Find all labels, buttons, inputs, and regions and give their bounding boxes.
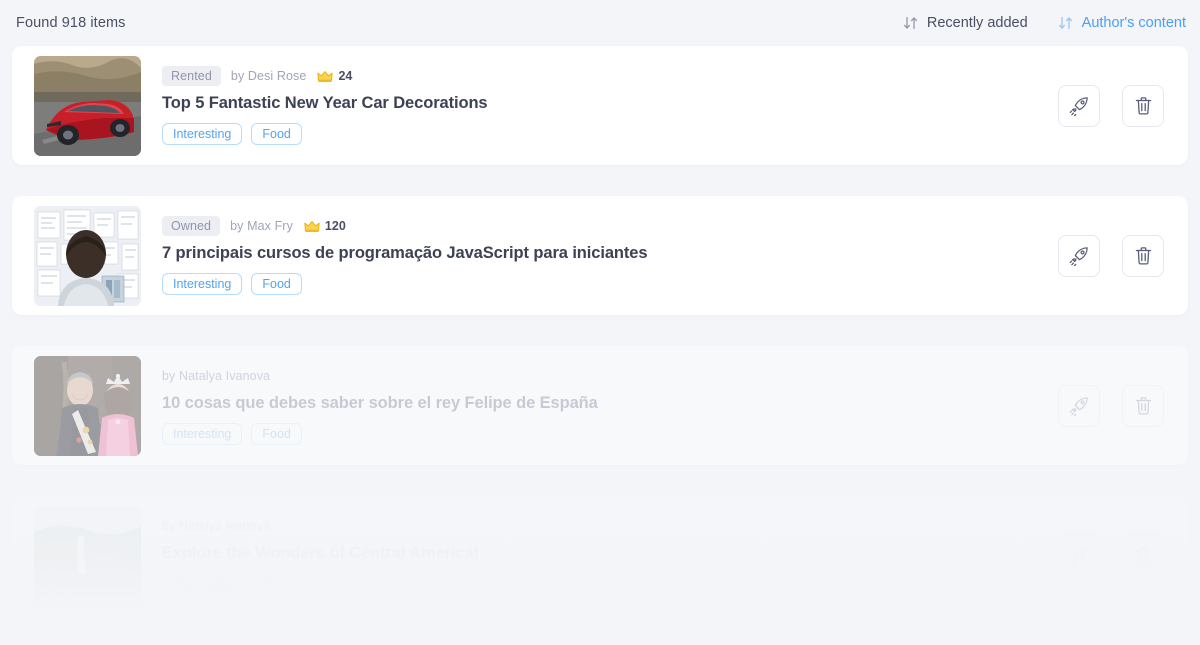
card-meta-row: by Natalya Ivanova: [162, 366, 1042, 386]
card-title[interactable]: Explore the Wonders of Central America!: [162, 544, 1042, 563]
content-card[interactable]: Owned by Max Fry 120 7 principais cursos…: [12, 196, 1188, 315]
sort-authors-content-button[interactable]: Author's content: [1058, 13, 1186, 33]
rocket-icon: [1069, 247, 1088, 266]
crown-rating: 24: [317, 69, 352, 83]
rocket-icon: [1069, 397, 1088, 416]
card-thumbnail: [34, 205, 141, 306]
crown-icon: [317, 70, 334, 82]
rocket-icon: [1069, 97, 1088, 116]
card-body: Owned by Max Fry 120 7 principais cursos…: [141, 216, 1058, 295]
tag-chip[interactable]: Interesting: [162, 273, 243, 295]
person-facing-whiteboard-wall-image: [34, 205, 141, 306]
content-list-page: Found 918 items Recently added Author's …: [0, 0, 1200, 645]
promote-button[interactable]: [1058, 384, 1100, 427]
content-card-list: Rented by Desi Rose 24 Top 5 Fantastic N…: [0, 46, 1200, 615]
card-body: by Natalya Ivanova Explore the Wonders o…: [141, 516, 1058, 595]
tag-chip[interactable]: Interesting: [162, 573, 243, 595]
card-actions: [1058, 384, 1174, 427]
royal-couple-portrait-image: [34, 355, 141, 456]
list-toolbar: Found 918 items Recently added Author's …: [0, 0, 1200, 46]
card-title[interactable]: 10 cosas que debes saber sobre el rey Fe…: [162, 394, 1042, 413]
crown-icon: [304, 220, 320, 232]
sort-authors-content-label: Author's content: [1081, 15, 1186, 31]
tag-chip[interactable]: Food: [251, 123, 302, 145]
card-meta-row: Owned by Max Fry 120: [162, 216, 1042, 236]
content-card[interactable]: Rented by Desi Rose 24 Top 5 Fantastic N…: [12, 46, 1188, 165]
card-author: by Natalya Ivanova: [162, 369, 271, 383]
trash-icon: [1135, 97, 1151, 115]
delete-button[interactable]: [1122, 234, 1164, 277]
trash-icon: [1135, 397, 1151, 415]
content-card[interactable]: by Natalya Ivanova 10 cosas que debes sa…: [12, 346, 1188, 465]
red-sports-car-on-road-image: [34, 55, 141, 156]
card-title[interactable]: Top 5 Fantastic New Year Car Decorations: [162, 94, 1042, 113]
content-card[interactable]: by Natalya Ivanova Explore the Wonders o…: [12, 496, 1188, 615]
card-author: by Natalya Ivanova: [162, 519, 271, 533]
card-author: by Desi Rose: [230, 69, 307, 83]
tag-chip[interactable]: Interesting: [162, 123, 243, 145]
rocket-icon: [1069, 547, 1088, 566]
crown-rating: 120: [304, 219, 346, 233]
card-title[interactable]: 7 principais cursos de programação JavaS…: [162, 244, 1042, 263]
tag-chip[interactable]: Food: [251, 423, 302, 445]
card-actions: [1058, 534, 1174, 577]
card-tags: Interesting Food: [162, 573, 1042, 595]
sort-arrows-icon: [903, 16, 917, 30]
crown-count: 24: [338, 69, 353, 83]
delete-button[interactable]: [1122, 534, 1164, 577]
card-thumbnail: [34, 355, 141, 456]
card-body: Rented by Desi Rose 24 Top 5 Fantastic N…: [141, 66, 1058, 145]
card-meta-row: by Natalya Ivanova: [162, 516, 1042, 536]
card-actions: [1058, 84, 1174, 127]
crown-count: 120: [324, 219, 346, 233]
card-author: by Max Fry: [230, 219, 293, 233]
card-tags: Interesting Food: [162, 123, 1042, 145]
sort-recently-added-button[interactable]: Recently added: [903, 13, 1028, 33]
jungle-waterfall-landscape-image: [34, 505, 141, 606]
promote-button[interactable]: [1058, 534, 1100, 577]
card-thumbnail: [34, 55, 141, 156]
promote-button[interactable]: [1058, 84, 1100, 127]
sort-controls: Recently added Author's content: [903, 13, 1186, 33]
tag-chip[interactable]: Food: [251, 273, 302, 295]
tag-chip[interactable]: Interesting: [162, 423, 243, 445]
card-meta-row: Rented by Desi Rose 24: [162, 66, 1042, 86]
card-body: by Natalya Ivanova 10 cosas que debes sa…: [141, 366, 1058, 445]
trash-icon: [1135, 247, 1151, 265]
card-thumbnail: [34, 505, 141, 606]
delete-button[interactable]: [1122, 84, 1164, 127]
ownership-badge: Rented: [162, 66, 221, 86]
card-tags: Interesting Food: [162, 423, 1042, 445]
tag-chip[interactable]: Food: [251, 573, 302, 595]
ownership-badge: Owned: [162, 216, 221, 236]
promote-button[interactable]: [1058, 234, 1100, 277]
card-tags: Interesting Food: [162, 273, 1042, 295]
found-items-count: Found 918 items: [16, 15, 126, 31]
sort-recently-added-label: Recently added: [926, 15, 1028, 31]
sort-arrows-icon: [1058, 16, 1072, 30]
card-actions: [1058, 234, 1174, 277]
delete-button[interactable]: [1122, 384, 1164, 427]
trash-icon: [1135, 547, 1151, 565]
